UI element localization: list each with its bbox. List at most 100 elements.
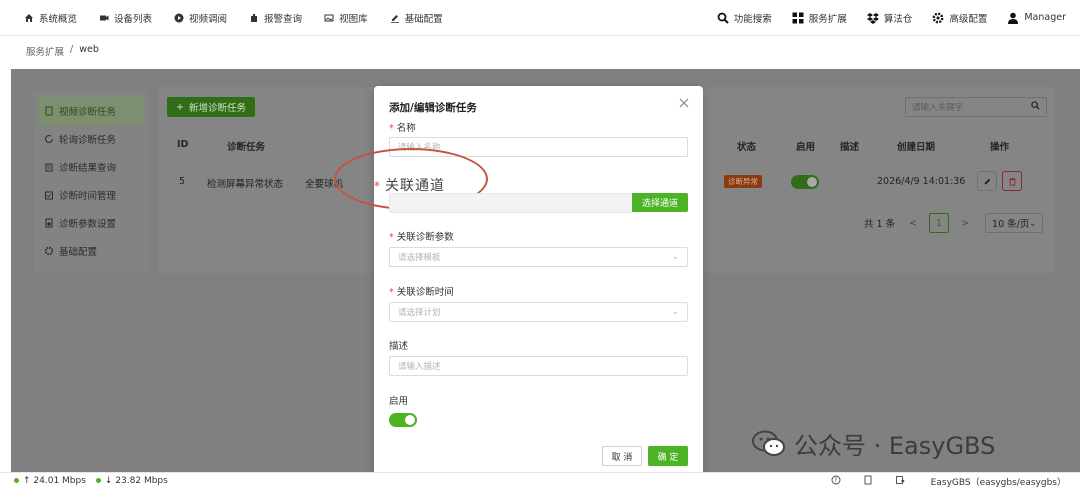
- dropbox-icon: [866, 12, 879, 24]
- server-info: EasyGBS（easygbs/easygbs）: [930, 477, 1066, 488]
- chevron-down-icon: ⌄: [671, 307, 679, 317]
- breadcrumb-current: web: [79, 44, 99, 55]
- pagination-total: 共 1 条: [864, 219, 896, 230]
- status-bar: ↑ 24.01 Mbps ↓ 23.82 Mbps ? EasyGBS（easy…: [0, 472, 1080, 489]
- enable-switch[interactable]: [389, 413, 417, 427]
- watermark-text: 公众号 · EasyGBS: [794, 432, 996, 460]
- column-header-actions: 操作: [990, 142, 1010, 153]
- dialog-title: 添加/编辑诊断任务: [389, 102, 477, 114]
- cancel-button[interactable]: 取 消: [602, 446, 642, 466]
- edit-task-dialog: 添加/编辑诊断任务 * 名称 请输入名称 * 关联通道 选择通道 * 关联诊断参数 请…: [334, 86, 703, 486]
- edit-button[interactable]: [977, 171, 997, 191]
- pagination-prev[interactable]: <: [909, 218, 917, 229]
- breadcrumb-parent[interactable]: 服务扩展: [26, 44, 64, 58]
- upload-rate: ↑ 24.01 Mbps: [14, 476, 86, 486]
- page-size-select[interactable]: 10 条/页 ⌄: [985, 213, 1044, 233]
- param-select[interactable]: 请选择模板 ⌄: [389, 247, 688, 267]
- params-icon: [44, 218, 54, 228]
- nav-right: 功能搜索 服务扩展 算法仓 高级配置 Manager: [697, 11, 1066, 25]
- confirm-button[interactable]: 确 定: [648, 446, 688, 466]
- sidebar: 视频诊断任务 轮询诊断任务 诊断结果查询 诊断时间管理 诊断参数设置 基础配置: [34, 91, 148, 273]
- nav-video[interactable]: 视频调阅: [174, 11, 227, 25]
- status-dot-icon: [95, 478, 101, 483]
- alarm-icon: [249, 13, 259, 23]
- edit-icon: [390, 13, 400, 23]
- breadcrumb: 服务扩展 / web: [26, 44, 99, 58]
- sidebar-item-params[interactable]: 诊断参数设置: [34, 209, 148, 237]
- status-dot-icon: [14, 478, 19, 483]
- cell-task: 检测屏幕异常状态: [207, 179, 284, 190]
- param-label: * 关联诊断参数: [389, 232, 454, 243]
- document-icon: [44, 106, 54, 116]
- column-header-desc: 描述: [840, 142, 860, 153]
- add-task-button[interactable]: + 新增诊断任务: [167, 97, 255, 117]
- delete-button[interactable]: [1002, 171, 1022, 191]
- chevron-down-icon: ⌄: [1029, 218, 1037, 228]
- play-icon: [174, 13, 184, 23]
- nav-left: 系统概览 设备列表 视频调阅 报警查询 视图库 基础配置: [24, 11, 465, 25]
- column-header-id: ID: [177, 139, 189, 150]
- wechat-logo-icon: [752, 430, 785, 456]
- status-right: ? EasyGBS（easygbs/easygbs）: [831, 475, 1066, 488]
- enable-toggle[interactable]: [791, 175, 819, 189]
- time-select[interactable]: 请选择计划 ⌄: [389, 302, 688, 322]
- cell-date: 2026/4/9 14:01:36: [877, 176, 966, 187]
- time-label: * 关联诊断时间: [389, 287, 454, 298]
- nav-advanced-config[interactable]: 高级配置: [932, 11, 987, 25]
- image-icon: [324, 13, 334, 23]
- help-icon[interactable]: ?: [831, 475, 841, 488]
- column-header-status: 状态: [737, 142, 757, 153]
- desc-input[interactable]: 请输入描述: [389, 356, 688, 376]
- pagination-page[interactable]: 1: [929, 213, 950, 233]
- top-nav: 系统概览 设备列表 视频调阅 报警查询 视图库 基础配置 功能搜索 服务扩展 算…: [0, 0, 1080, 36]
- result-icon: [44, 162, 54, 172]
- nav-service-ext[interactable]: 服务扩展: [792, 11, 847, 25]
- column-header-date: 创建日期: [897, 142, 936, 153]
- nav-function-search[interactable]: 功能搜索: [717, 11, 772, 25]
- channel-label: * 关联通道: [374, 178, 445, 194]
- nav-image-lib[interactable]: 视图库: [324, 11, 368, 25]
- column-header-enabled: 启用: [796, 142, 816, 153]
- desc-label: 描述: [389, 341, 409, 352]
- sidebar-item-polling[interactable]: 轮询诊断任务: [34, 125, 148, 153]
- pagination-next[interactable]: >: [961, 218, 969, 229]
- search-icon[interactable]: [1031, 101, 1040, 113]
- network-stats: ↑ 24.01 Mbps ↓ 23.82 Mbps: [14, 476, 168, 486]
- gear-icon: [44, 246, 54, 256]
- document-icon[interactable]: [863, 475, 873, 488]
- calendar-icon: [44, 190, 54, 200]
- close-icon[interactable]: [677, 96, 691, 110]
- grid-icon: [792, 12, 804, 24]
- search-input[interactable]: 请输入关键字: [905, 97, 1047, 117]
- column-header-task: 诊断任务: [227, 142, 266, 153]
- select-channel-button[interactable]: 选择通道: [632, 193, 688, 212]
- download-rate: ↓ 23.82 Mbps: [95, 476, 168, 486]
- breadcrumb-separator: /: [70, 44, 74, 55]
- svg-text:?: ?: [834, 477, 837, 484]
- sidebar-item-basic[interactable]: 基础配置: [34, 237, 148, 265]
- sidebar-item-results[interactable]: 诊断结果查询: [34, 153, 148, 181]
- gear-icon: [932, 12, 944, 24]
- nav-device-list[interactable]: 设备列表: [99, 11, 152, 25]
- user-icon: [1007, 12, 1019, 24]
- nav-user[interactable]: Manager: [1007, 12, 1066, 24]
- watermark: 公众号 · EasyGBS: [752, 426, 995, 461]
- nav-overview[interactable]: 系统概览: [24, 11, 77, 25]
- cell-id: 5: [179, 176, 186, 187]
- refresh-icon: [44, 134, 54, 144]
- status-badge: 诊断异常: [724, 175, 762, 188]
- camera-icon: [99, 13, 109, 23]
- pagination: 共 1 条 < 1 > 10 条/页 ⌄: [864, 213, 1044, 233]
- sidebar-item-time[interactable]: 诊断时间管理: [34, 181, 148, 209]
- nav-basic-config[interactable]: 基础配置: [390, 11, 443, 25]
- sidebar-item-video-diagnosis[interactable]: 视频诊断任务: [38, 97, 144, 125]
- search-icon: [717, 12, 729, 24]
- channel-field: [389, 193, 633, 213]
- nav-alarm[interactable]: 报警查询: [249, 11, 302, 25]
- export-icon[interactable]: [895, 475, 905, 488]
- nav-algorithm[interactable]: 算法仓: [866, 11, 912, 25]
- chevron-down-icon: ⌄: [671, 252, 679, 262]
- name-label: * 名称: [389, 123, 416, 134]
- home-icon: [24, 13, 34, 23]
- enable-label: 启用: [389, 396, 409, 407]
